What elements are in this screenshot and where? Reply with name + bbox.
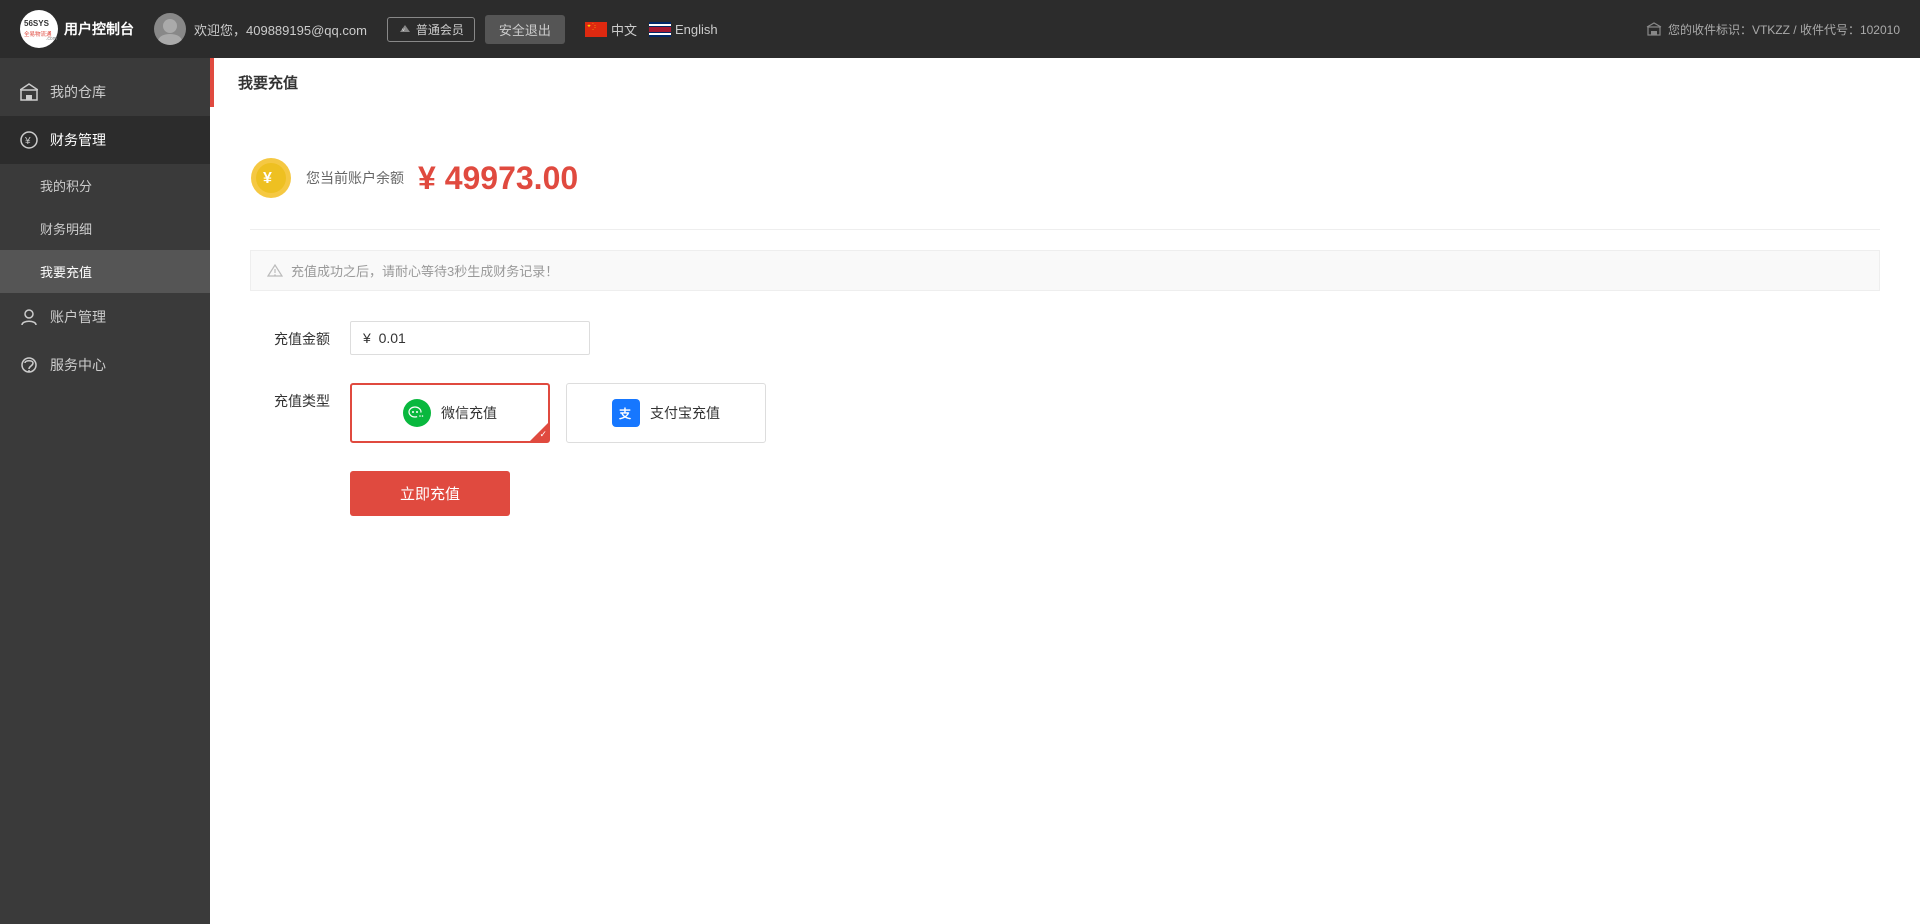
- coin-icon: ¥: [250, 157, 292, 199]
- sidebar-sub-item-recharge[interactable]: 我要充值: [0, 250, 210, 293]
- account-nav-icon: [20, 308, 38, 326]
- payment-options: 微信充值 ✓ 支 支付宝充值: [350, 383, 766, 443]
- wechat-option[interactable]: 微信充值 ✓: [350, 383, 550, 443]
- submit-row: 立即充值: [250, 471, 1880, 516]
- sidebar-label-account: 账户管理: [50, 307, 106, 327]
- balance-label: 您当前账户余额: [306, 168, 404, 188]
- sidebar-item-finance[interactable]: ¥ 财务管理: [0, 116, 210, 164]
- user-avatar: [154, 13, 186, 45]
- finance-nav-icon: ¥: [20, 131, 38, 149]
- vip-icon: V: [398, 22, 412, 36]
- notice-text: 充值成功之后，请耐心等待3秒生成财务记录！: [291, 261, 558, 280]
- notice-icon: [267, 263, 283, 279]
- lang-zh-item[interactable]: 中文: [585, 20, 637, 39]
- flag-th-icon: [649, 22, 671, 37]
- sidebar-label-warehouse: 我的仓库: [50, 82, 106, 102]
- logo-icon: 56SYS 全易物流通 .com: [20, 10, 58, 48]
- lang-area: 中文 English: [585, 20, 718, 39]
- amount-form-row: 充值金额: [250, 321, 1880, 355]
- alipay-icon: 支: [612, 399, 640, 427]
- alipay-label: 支付宝充值: [650, 403, 720, 423]
- page-title: 我要充值: [238, 75, 298, 92]
- svg-text:.com: .com: [46, 36, 57, 42]
- flag-cn-icon: [585, 22, 607, 37]
- sidebar-sub-item-detail[interactable]: 财务明细: [0, 207, 210, 250]
- warehouse-text: 您的收件标识：VTKZZ / 收件代号：102010: [1668, 21, 1900, 38]
- vip-label: 普通会员: [416, 21, 464, 38]
- sidebar-item-warehouse[interactable]: 我的仓库: [0, 68, 210, 116]
- vip-badge: V 普通会员: [387, 17, 475, 42]
- content-body: ¥ 您当前账户余额 ¥ 49973.00 充值成功之后，请耐心等待3秒生成财务记…: [210, 107, 1920, 924]
- amount-label: 充值金额: [250, 321, 330, 349]
- svg-text:¥: ¥: [24, 136, 31, 147]
- balance-amount: ¥ 49973.00: [418, 160, 578, 197]
- warehouse-nav-icon: [20, 83, 38, 101]
- notice-bar: 充值成功之后，请耐心等待3秒生成财务记录！: [250, 250, 1880, 291]
- sidebar-label-points: 我的积分: [40, 176, 92, 195]
- alipay-option[interactable]: 支 支付宝充值: [566, 383, 766, 443]
- sidebar-label-finance: 财务管理: [50, 130, 106, 150]
- service-nav-icon: [20, 356, 38, 374]
- sidebar-label-detail: 财务明细: [40, 219, 92, 238]
- balance-section: ¥ 您当前账户余额 ¥ 49973.00: [250, 137, 1880, 230]
- logo-label: 用户控制台: [64, 19, 134, 39]
- sidebar-item-account[interactable]: 账户管理: [0, 293, 210, 341]
- sidebar-sub-item-points[interactable]: 我的积分: [0, 164, 210, 207]
- page-header: 我要充值: [210, 58, 1920, 107]
- submit-button[interactable]: 立即充值: [350, 471, 510, 516]
- wechat-check: ✓: [539, 429, 547, 440]
- payment-form-row: 充值类型: [250, 383, 1880, 443]
- logo-area: 56SYS 全易物流通 .com 用户控制台: [20, 10, 134, 48]
- sidebar-item-service[interactable]: 服务中心: [0, 341, 210, 389]
- svg-text:¥: ¥: [263, 170, 272, 187]
- wechat-icon: [403, 399, 431, 427]
- sidebar: 我的仓库 ¥ 财务管理 我的积分 财务明细 我要充值: [0, 58, 210, 924]
- sidebar-label-recharge: 我要充值: [40, 262, 92, 281]
- topbar: 56SYS 全易物流通 .com 用户控制台 欢迎您，409889195@qq.…: [0, 0, 1920, 58]
- main-layout: 我的仓库 ¥ 财务管理 我的积分 财务明细 我要充值: [0, 58, 1920, 924]
- sidebar-label-service: 服务中心: [50, 355, 106, 375]
- welcome-text: 欢迎您，409889195@qq.com: [194, 20, 367, 39]
- svg-text:支: 支: [618, 406, 632, 421]
- amount-input[interactable]: [350, 321, 590, 355]
- svg-text:56SYS: 56SYS: [24, 19, 50, 28]
- lang-th-item[interactable]: English: [649, 22, 718, 37]
- type-label: 充值类型: [250, 383, 330, 411]
- lang-en-label: English: [675, 22, 718, 37]
- wechat-label: 微信充值: [441, 403, 497, 423]
- logout-button[interactable]: 安全退出: [485, 15, 565, 44]
- svg-text:V: V: [402, 27, 405, 32]
- warehouse-icon: [1646, 21, 1662, 37]
- warehouse-code: 您的收件标识：VTKZZ / 收件代号：102010: [1646, 21, 1900, 38]
- content-area: 我要充值 ¥ 您当前账户余额 ¥ 49973.00: [210, 58, 1920, 924]
- lang-zh-label: 中文: [611, 20, 637, 39]
